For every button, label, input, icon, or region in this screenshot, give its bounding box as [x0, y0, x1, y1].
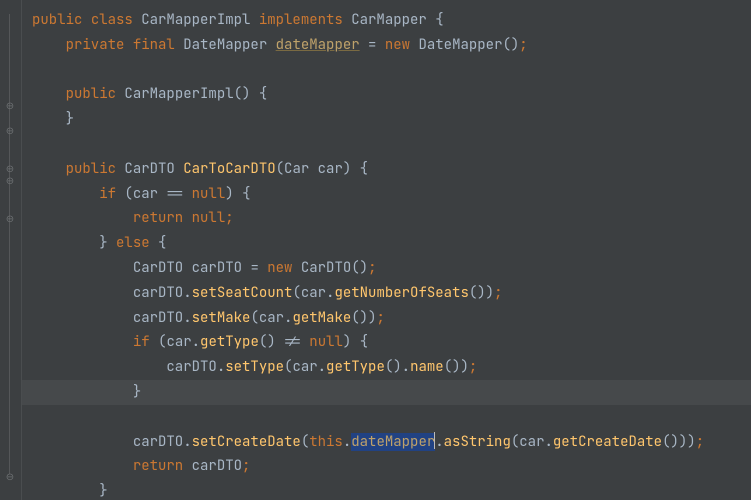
code-line[interactable]: public CarDTO CarToCarDTO(Car car) { — [28, 157, 751, 182]
gutter: ⊖ ⊖ ⊖ ⊖ ⊖ ⊖ — [0, 0, 22, 500]
selected-identifier[interactable]: dateMapper — [351, 433, 435, 451]
code-line[interactable]: CarDTO carDTO = new CarDTO(); — [28, 256, 751, 281]
code-line[interactable]: } else { — [28, 231, 751, 256]
fold-toggle[interactable]: ⊖ — [4, 100, 16, 112]
code-line[interactable]: public class CarMapperImpl implements Ca… — [28, 8, 751, 33]
code-line[interactable]: private final DateMapper dateMapper = ne… — [28, 33, 751, 58]
code-line[interactable]: if (car.getType() != null) { — [28, 330, 751, 355]
fold-toggle[interactable]: ⊖ — [4, 125, 16, 137]
code-line[interactable]: carDTO.setType(car.getType().name()); — [28, 355, 751, 380]
code-line[interactable]: if (car == null) { — [28, 182, 751, 207]
code-line[interactable]: return null; — [28, 206, 751, 231]
code-line[interactable]: carDTO.setMake(car.getMake()); — [28, 306, 751, 331]
code-line[interactable]: return carDTO; — [28, 454, 751, 479]
code-line[interactable]: carDTO.setCreateDate(this.dateMapper.asS… — [28, 430, 751, 455]
fold-toggle[interactable]: ⊖ — [4, 175, 16, 187]
code-editor[interactable]: public class CarMapperImpl implements Ca… — [22, 0, 751, 500]
code-line[interactable] — [28, 405, 751, 430]
code-line[interactable]: carDTO.setSeatCount(car.getNumberOfSeats… — [28, 281, 751, 306]
code-line[interactable] — [28, 58, 751, 83]
fold-toggle[interactable]: ⊖ — [4, 471, 16, 483]
code-line[interactable]: } — [28, 479, 751, 500]
code-line[interactable]: } — [28, 380, 751, 405]
code-line[interactable] — [28, 132, 751, 157]
code-line[interactable]: public CarMapperImpl() { — [28, 82, 751, 107]
fold-toggle[interactable]: ⊖ — [4, 213, 16, 225]
code-line[interactable]: } — [28, 107, 751, 132]
